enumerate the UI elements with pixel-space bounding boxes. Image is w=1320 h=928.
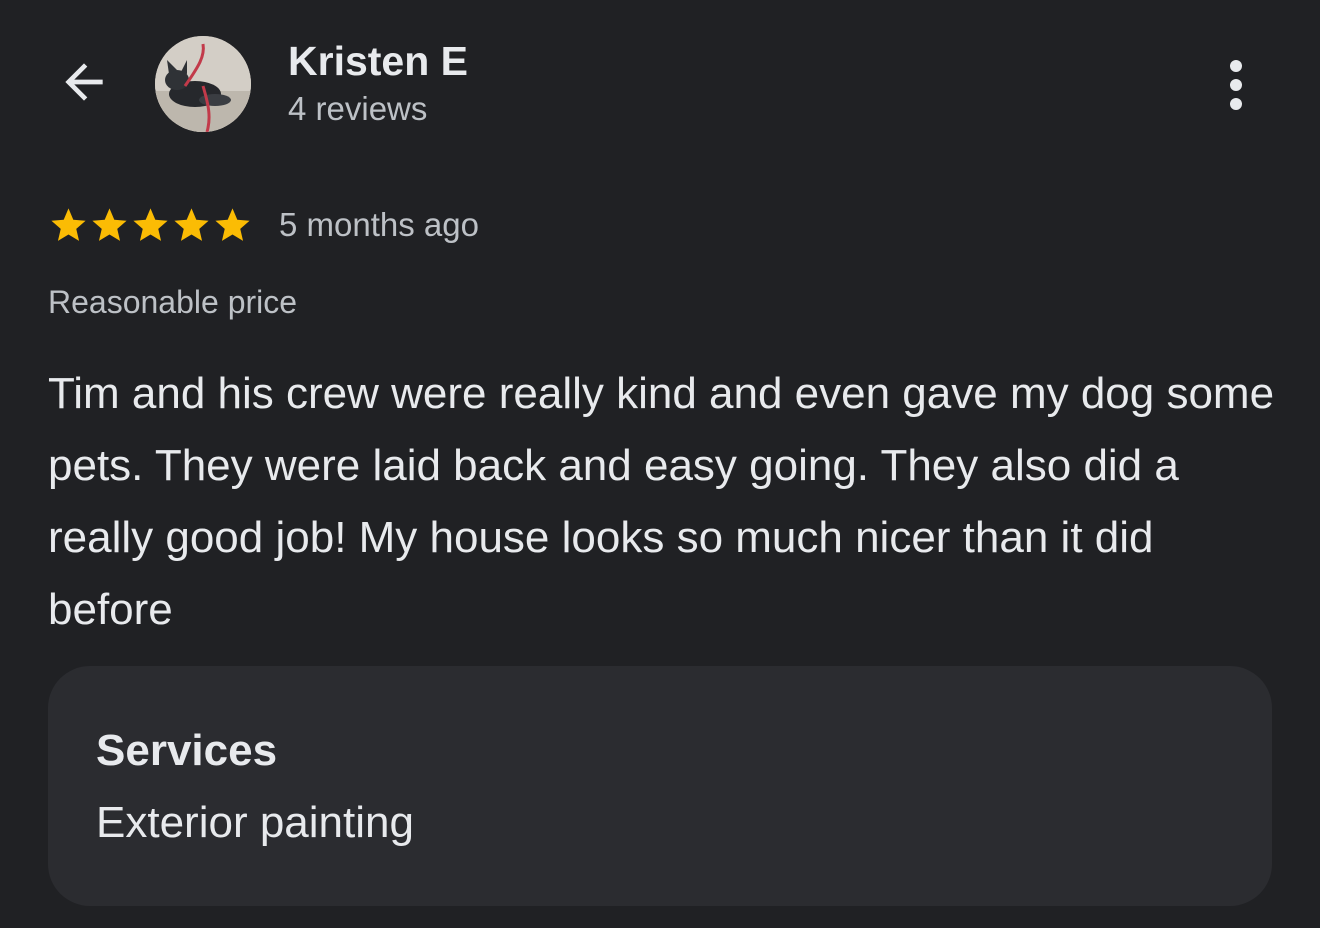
reviewer-name[interactable]: Kristen E [288, 38, 468, 85]
star-icon [215, 207, 250, 241]
avatar[interactable] [155, 36, 251, 132]
review-attribute: Reasonable price [48, 284, 298, 320]
services-value: Exterior painting [96, 798, 414, 847]
services-card: Services Exterior painting [48, 666, 1272, 906]
more-options-button[interactable] [1206, 50, 1266, 120]
star-icon [92, 207, 127, 241]
more-vert-icon-dot [1230, 79, 1242, 91]
avatar-photo [155, 36, 251, 132]
star-rating [48, 205, 253, 246]
back-button[interactable] [50, 48, 118, 116]
services-title: Services [96, 726, 278, 775]
reviewer-review-count: 4 reviews [288, 90, 428, 127]
star-icon [174, 207, 209, 241]
arrow-back-icon [65, 63, 103, 101]
review-screen: Kristen E 4 reviews 5 months ago Reasona… [0, 0, 1320, 928]
more-vert-icon-dot [1230, 98, 1242, 110]
star-icon [133, 207, 168, 241]
review-text: Tim and his crew were really kind and ev… [48, 369, 1275, 634]
more-vert-icon-dot [1230, 60, 1242, 72]
review-date: 5 months ago [279, 206, 479, 243]
star-icon [51, 207, 86, 241]
rating-row: 5 months ago [48, 200, 479, 250]
